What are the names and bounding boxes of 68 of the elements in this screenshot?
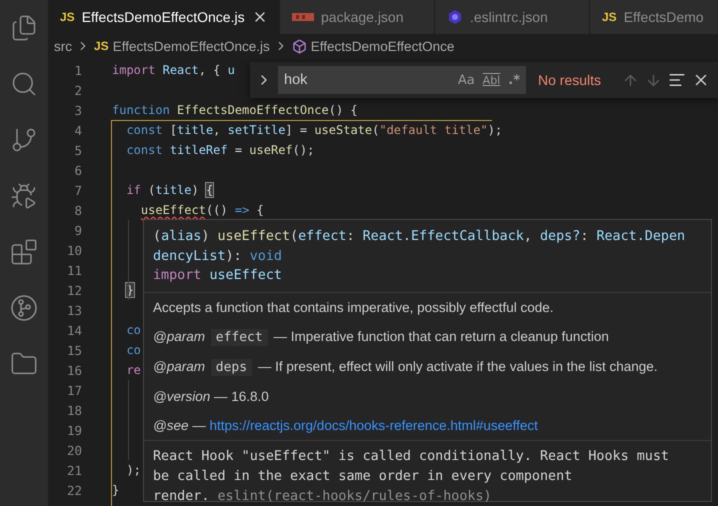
signature-line: import useEffect bbox=[153, 267, 283, 285]
line-number: 10 bbox=[66, 242, 82, 258]
line-number: 16 bbox=[66, 362, 82, 378]
line-number: 17 bbox=[66, 382, 82, 398]
breadcrumb-item[interactable]: EffectsDemoEffectOnce.js bbox=[112, 38, 270, 54]
code-line: const titleRef = useRef(); bbox=[125, 143, 314, 157]
search-icon[interactable] bbox=[10, 70, 38, 98]
line-number: 13 bbox=[66, 302, 82, 318]
line-number: 1 bbox=[73, 62, 82, 78]
editor-tab[interactable]: JS EffectsDemoEffectOnce.js bbox=[48, 0, 280, 34]
code-line: ); bbox=[125, 463, 141, 477]
code-line: const [title, setTitle] = useState("default title"); bbox=[125, 123, 502, 137]
doc-tag: @version — 16.8.0 bbox=[153, 388, 702, 404]
run-debug-icon[interactable] bbox=[10, 182, 38, 210]
source-control-icon[interactable] bbox=[10, 126, 38, 154]
doc-link[interactable]: https://reactjs.org/docs/hooks-reference.html#useeffect bbox=[210, 418, 538, 432]
npm-package-icon bbox=[292, 12, 314, 22]
js-file-icon: JS bbox=[602, 10, 617, 24]
line-number: 4 bbox=[73, 122, 82, 138]
signature-line: (alias) useEffect(effect: React.EffectCallback, deps?: React.Depen bbox=[153, 228, 686, 246]
find-option-toggle[interactable]: Abl bbox=[482, 74, 500, 86]
line-number: 14 bbox=[66, 322, 82, 338]
code-line: import React, { u bbox=[112, 63, 235, 77]
explorer-icon[interactable] bbox=[10, 14, 38, 42]
line-number: 8 bbox=[73, 202, 82, 218]
find-in-selection-button[interactable] bbox=[668, 71, 686, 89]
line-number: 7 bbox=[73, 182, 82, 198]
line-number: 15 bbox=[66, 342, 82, 358]
line-number: 21 bbox=[66, 462, 82, 478]
doc-tag: @param effect — Imperative function that can return a cleanup function bbox=[153, 328, 702, 346]
find-status: No results bbox=[538, 72, 602, 88]
code-line: function EffectsDemoEffectOnce() { bbox=[112, 103, 358, 117]
js-file-icon: JS bbox=[94, 39, 109, 53]
editor-tab[interactable]: JS EffectsDemo bbox=[590, 0, 718, 34]
doc-tag: @see — https://reactjs.org/docs/hooks-reference.html#useeffect bbox=[153, 416, 702, 434]
line-number: 22 bbox=[66, 482, 82, 498]
line-number: 12 bbox=[66, 282, 82, 298]
signature-line: dencyList): void bbox=[153, 248, 283, 266]
line-number: 5 bbox=[73, 142, 82, 158]
code-line: } bbox=[112, 483, 120, 497]
line-number: 20 bbox=[66, 442, 82, 458]
editor-tab[interactable]: .eslintrc.json bbox=[435, 0, 590, 34]
line-number: 11 bbox=[66, 262, 82, 278]
code-line: re bbox=[125, 363, 141, 377]
doc-description: Accepts a function that contains imperative, possibly effectful code. bbox=[153, 298, 554, 316]
code-line: co bbox=[125, 343, 141, 357]
cube-icon bbox=[292, 38, 307, 54]
breadcrumb-item[interactable]: EffectsDemoEffectOnce bbox=[310, 38, 454, 54]
hexagon-icon bbox=[447, 9, 463, 25]
find-input[interactable]: hok Aa Abl .* bbox=[278, 66, 526, 94]
code-line: useEffect(() => { bbox=[140, 203, 264, 217]
find-option-toggle[interactable]: .* bbox=[508, 72, 520, 88]
line-number: 2 bbox=[73, 82, 82, 98]
line-number: 19 bbox=[66, 422, 82, 438]
branch-circle-icon[interactable] bbox=[10, 294, 38, 322]
extensions-icon[interactable] bbox=[10, 238, 38, 266]
breadcrumb-item[interactable]: src bbox=[54, 38, 72, 54]
line-number: 6 bbox=[73, 162, 82, 178]
line-number: 3 bbox=[73, 102, 82, 118]
find-option-toggle[interactable]: Aa bbox=[458, 72, 475, 88]
js-file-icon: JS bbox=[60, 10, 75, 24]
editor-tab[interactable]: package.json bbox=[280, 0, 435, 34]
code-line: co bbox=[125, 323, 141, 337]
doc-tag: @param deps — If present, effect will only activate if the values in the list change. bbox=[153, 358, 702, 376]
line-number: 18 bbox=[66, 402, 82, 418]
line-number: 9 bbox=[73, 222, 82, 238]
problem-message: React Hook "useEffect" is called conditionally. React Hooks must be called in the exact same order in every component render. eslint(react-hooks/rules-of-hooks) bbox=[152, 448, 670, 506]
code-line: if (title) { bbox=[125, 183, 214, 197]
